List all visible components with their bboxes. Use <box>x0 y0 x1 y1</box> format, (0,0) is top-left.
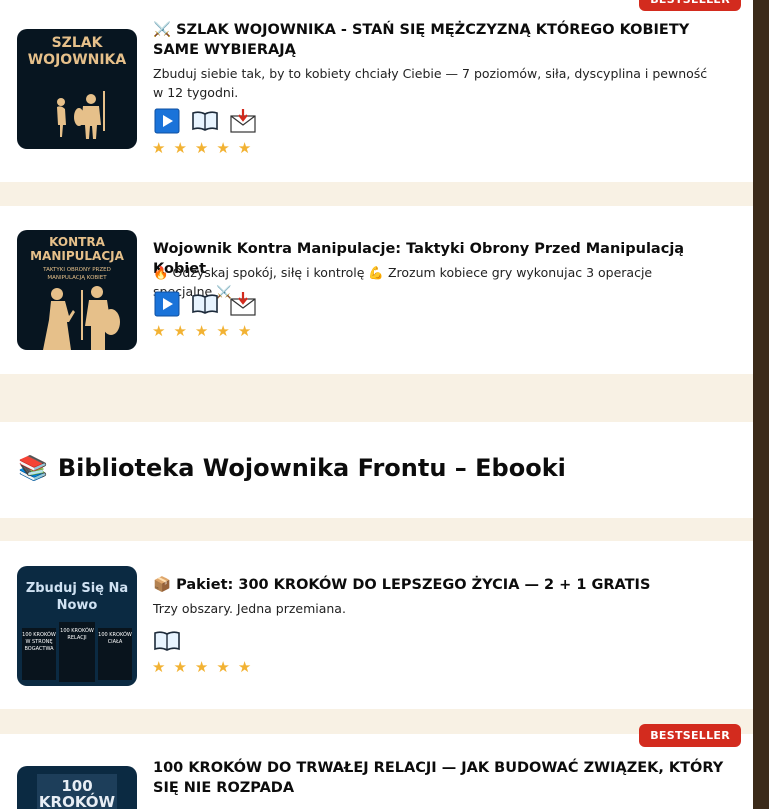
books-icon: 📚 <box>18 454 48 482</box>
cover-title-line: 100 <box>61 777 93 795</box>
rating-stars: ★ ★ ★ ★ ★ <box>152 141 251 156</box>
star-icon: ★ <box>194 322 209 340</box>
envelope-icon[interactable] <box>229 291 257 317</box>
cover-book-subtitle: RELACJI <box>67 635 87 641</box>
cover-book-subtitle: W STRONĘ BOGACTWA <box>24 639 54 652</box>
star-icon: ★ <box>173 139 187 157</box>
product-card: KONTRA MANIPULACJA TAKTYKI OBRONY PRZED … <box>0 206 753 374</box>
cover-book-title: 100 KROKÓW <box>98 632 132 638</box>
product-cover[interactable]: KONTRA MANIPULACJA TAKTYKI OBRONY PRZED … <box>17 230 137 350</box>
star-icon: ★ <box>216 322 230 340</box>
play-icon[interactable] <box>153 291 181 317</box>
warrior-illustration-icon <box>57 91 105 139</box>
product-description: Zbuduj siebie tak, by to kobiety chciały… <box>153 66 708 100</box>
cover-title-line: Zbuduj Się Na <box>25 581 129 596</box>
section-title-text: Biblioteka Wojownika Frontu – Ebooki <box>57 454 566 482</box>
cover-title: Zbuduj Się Na Nowo <box>21 580 133 614</box>
format-icons <box>153 291 257 317</box>
star-icon: ★ <box>152 139 166 157</box>
product-title[interactable]: 📦 Pakiet: 300 KROKÓW DO LEPSZEGO ŻYCIA —… <box>153 575 733 595</box>
product-cover[interactable]: 100 KROKÓW <box>17 766 137 809</box>
cover-title: 100 KROKÓW <box>37 774 117 809</box>
book-icon[interactable] <box>191 108 219 134</box>
star-icon: ★ <box>237 658 252 676</box>
book-icon[interactable] <box>153 628 181 654</box>
format-icons <box>153 108 257 134</box>
envelope-icon[interactable] <box>229 108 257 134</box>
star-icon: ★ <box>173 658 187 676</box>
format-icons <box>153 628 181 654</box>
cover-title-line: KROKÓW <box>38 793 116 809</box>
product-card: BESTSELLER SZLAK WOJOWNIKA ⚔️ SZLAK WOJO… <box>0 0 753 182</box>
product-card: Zbuduj Się Na Nowo 100 KROKÓW W STRONĘ B… <box>0 541 753 709</box>
product-cover[interactable]: Zbuduj Się Na Nowo 100 KROKÓW W STRONĘ B… <box>17 566 137 686</box>
star-icon: ★ <box>237 322 252 340</box>
star-icon: ★ <box>152 322 166 340</box>
bestseller-badge: BESTSELLER <box>639 724 741 747</box>
star-icon: ★ <box>216 658 230 676</box>
section-title: 📚 Biblioteka Wojownika Frontu – Ebooki <box>18 454 566 482</box>
cover-book: 100 KROKÓW RELACJI <box>59 622 95 682</box>
star-icon: ★ <box>194 658 209 676</box>
product-cover[interactable]: SZLAK WOJOWNIKA <box>17 29 137 149</box>
right-edge-bar <box>753 0 769 809</box>
star-icon: ★ <box>216 139 230 157</box>
cover-book: 100 KROKÓW CIAŁA <box>98 628 132 680</box>
bestseller-badge: BESTSELLER <box>639 0 741 11</box>
rating-stars: ★ ★ ★ ★ ★ <box>152 660 251 675</box>
cover-book-title: 100 KROKÓW <box>22 632 56 638</box>
rating-stars: ★ ★ ★ ★ ★ <box>152 324 251 339</box>
cover-book-title: 100 KROKÓW <box>60 628 94 634</box>
star-icon: ★ <box>237 139 252 157</box>
product-description: Trzy obszary. Jedna przemiana. <box>153 601 346 616</box>
star-icon: ★ <box>152 658 166 676</box>
cover-title-line: Nowo <box>56 598 98 613</box>
product-title[interactable]: 100 KROKÓW DO TRWAŁEJ RELACJI — JAK BUDO… <box>153 758 733 798</box>
book-icon[interactable] <box>191 291 219 317</box>
cover-book: 100 KROKÓW W STRONĘ BOGACTWA <box>22 628 56 680</box>
cover-book-subtitle: CIAŁA <box>107 639 123 645</box>
star-icon: ★ <box>173 322 187 340</box>
play-icon[interactable] <box>153 108 181 134</box>
section-header: 📚 Biblioteka Wojownika Frontu – Ebooki <box>0 422 753 518</box>
product-title[interactable]: ⚔️ SZLAK WOJOWNIKA - STAŃ SIĘ MĘŻCZYZNĄ … <box>153 20 733 60</box>
page: BESTSELLER SZLAK WOJOWNIKA ⚔️ SZLAK WOJO… <box>0 0 753 809</box>
product-card: BESTSELLER 100 KROKÓW 100 KROKÓW DO TRWA… <box>0 724 753 809</box>
warrior-vs-woman-icon <box>43 286 120 350</box>
star-icon: ★ <box>194 139 209 157</box>
